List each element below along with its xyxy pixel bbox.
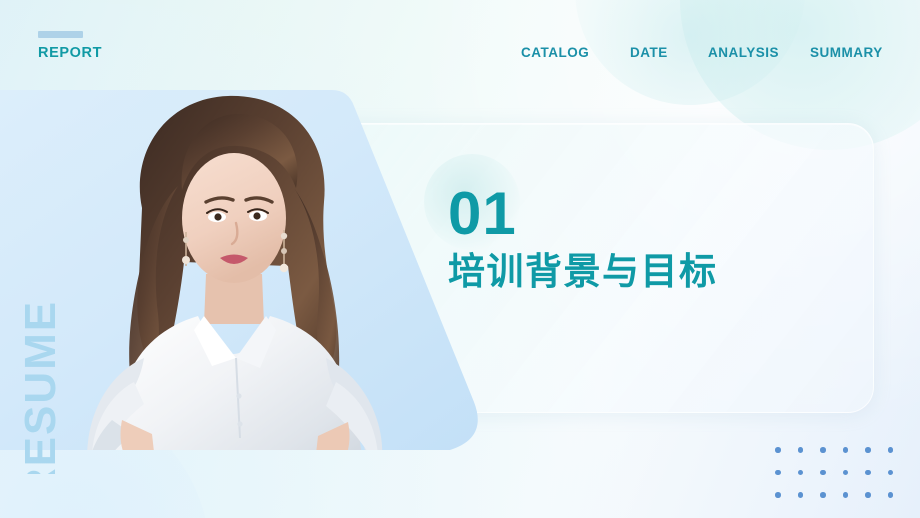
left-panel-shape [0,90,478,474]
dot-grid-row [775,492,893,498]
earring-right [279,230,289,273]
nav-item-summary[interactable]: SUMMARY [810,43,888,63]
grid-dot [842,492,848,498]
blouse-button-1 [236,393,242,399]
grid-dot [820,447,826,453]
grid-dot [775,469,781,475]
top-navigation: CATALOG DATE ANALYSIS SUMMARY [505,43,905,87]
brand-accent-bar-icon [38,31,83,38]
grid-dot [865,469,871,475]
jeans [116,462,358,474]
nav-item-analysis[interactable]: ANALYSIS [708,43,779,63]
grid-dot [865,492,871,498]
nav-item-date[interactable]: DATE [630,43,668,63]
grid-dot [887,492,893,498]
presentation-slide: REPORT CATALOG DATE ANALYSIS SUMMARY RES… [0,0,920,518]
dot-grid-row [775,469,893,475]
brand-block: REPORT [38,31,102,61]
grid-dot [887,469,893,475]
page-title: 培训背景与目标 [448,251,718,293]
section-number: 01 [448,180,517,247]
blouse-button-2 [237,421,243,427]
hand-right [300,470,342,474]
grid-dot [797,469,803,475]
pupil-left [214,213,222,221]
grid-dot [775,447,781,453]
hand-left [132,468,174,474]
section-title-block: 01 培训背景与目标 [448,180,718,294]
left-photo-panel: RESUME [0,90,492,474]
grid-dot [887,447,893,453]
vertical-resume-label: RESUME [16,299,65,474]
grid-dot [797,447,803,453]
grid-dot [820,469,826,475]
grid-dot [865,447,871,453]
grid-dot [797,492,803,498]
grid-dot [842,447,848,453]
brand-name: REPORT [38,45,103,61]
grid-dot [820,492,826,498]
decorative-dot-grid [775,447,893,498]
dot-grid-row [775,447,893,453]
grid-dot [842,469,848,475]
grid-dot [775,492,781,498]
slide-header: REPORT CATALOG DATE ANALYSIS SUMMARY [0,0,920,90]
nav-item-catalog[interactable]: CATALOG [521,43,589,63]
pupil-right [253,212,261,220]
